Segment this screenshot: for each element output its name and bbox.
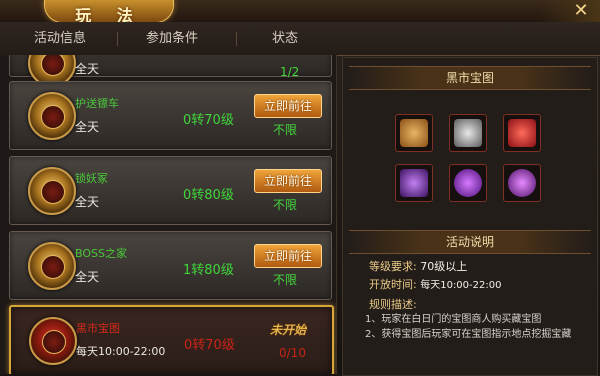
activity-limit: 0/10	[279, 346, 306, 360]
tab-status[interactable]: 状态	[240, 22, 330, 55]
title-plate: 玩 法	[44, 0, 174, 25]
level-req-label: 等级要求:	[369, 260, 417, 273]
open-time: 开放时间: 每天10:00-22:00	[369, 276, 501, 292]
purple-claw-icon	[400, 169, 428, 197]
not-started-label: 未开始	[269, 323, 306, 337]
level-req-value: 70级以上	[420, 260, 468, 273]
activity-level: 0转70级	[184, 338, 235, 353]
rule-line: 2、获得宝图后玩家可在宝图指示地点挖掘宝藏	[365, 329, 572, 340]
activity-name: 黑市宝图	[76, 322, 120, 335]
go-now-button[interactable]: 立即前往	[254, 244, 322, 268]
feather-icon	[454, 119, 482, 147]
activity-name: 护送镖车	[75, 97, 119, 110]
activity-level: 0转70级	[183, 113, 234, 128]
activity-card[interactable]: 全天 1/2	[9, 55, 332, 87]
activity-detail-panel: 黑市宝图 活动说明 等级要求: 70级以上 开放时间: 每天10:00-22:0…	[342, 57, 598, 376]
reward-slot[interactable]	[449, 164, 487, 202]
activity-card-boss-home[interactable]: BOSS之家 全天 1转80级 立即前往 不限	[9, 231, 332, 300]
go-now-button[interactable]: 立即前往	[254, 169, 322, 193]
activity-limit: 不限	[273, 273, 298, 287]
open-time-label: 开放时间:	[369, 278, 417, 291]
game-window: 玩 法 ✕ 活动信息 参加条件 状态 全天 1/2 护送镖车 全天 0转70级 …	[0, 0, 600, 376]
section-title: 活动说明	[349, 230, 591, 254]
detail-title: 黑市宝图	[349, 66, 591, 90]
rule-line: 1、玩家在白日门的宝图商人购买藏宝图	[365, 314, 542, 325]
activity-limit: 不限	[273, 123, 298, 137]
title-bar: 玩 法 ✕	[0, 0, 600, 25]
reward-slot[interactable]	[503, 114, 541, 152]
activity-count: 1/2	[280, 65, 300, 79]
reward-slot[interactable]	[503, 164, 541, 202]
activity-card-black-market[interactable]: 黑市宝图 每天10:00-22:00 0转70级 未开始 0/10	[9, 305, 334, 374]
activity-time: 每天10:00-22:00	[76, 345, 166, 358]
activity-card-escort[interactable]: 护送镖车 全天 0转70级 立即前往 不限	[9, 81, 332, 150]
tab-join-condition[interactable]: 参加条件	[122, 22, 222, 55]
reward-slot[interactable]	[449, 114, 487, 152]
close-icon[interactable]: ✕	[570, 0, 592, 22]
open-time-value: 每天10:00-22:00	[420, 280, 502, 291]
red-gem-icon	[508, 119, 536, 147]
level-requirement: 等级要求: 70级以上	[369, 258, 467, 274]
activity-time: 全天	[75, 62, 100, 76]
reward-slot[interactable]	[395, 164, 433, 202]
treasure-map-icon	[400, 119, 428, 147]
activity-name: 锁妖冢	[75, 172, 108, 185]
activity-level: 0转80级	[183, 188, 234, 203]
activity-level: 1转80级	[183, 263, 234, 278]
activity-limit: 不限	[273, 198, 298, 212]
activity-list[interactable]: 全天 1/2 护送镖车 全天 0转70级 立即前往 不限 锁妖冢 全天 0转80…	[0, 55, 337, 374]
activity-time: 全天	[75, 120, 100, 134]
horned-helm-icon	[28, 242, 76, 290]
activity-name: BOSS之家	[75, 247, 127, 260]
tab-divider	[117, 32, 118, 46]
rules-label: 规则描述:	[369, 298, 417, 311]
activity-time: 全天	[75, 195, 100, 209]
tab-bar: 活动信息 参加条件 状态	[0, 22, 600, 56]
demon-mask-icon	[28, 167, 76, 215]
reward-slot[interactable]	[395, 114, 433, 152]
flag-emblem-icon	[29, 317, 77, 365]
purple-orb-icon	[454, 169, 482, 197]
purple-swirl-icon	[508, 169, 536, 197]
shield-emblem-icon	[28, 92, 76, 140]
activity-card-demon-tomb[interactable]: 锁妖冢 全天 0转80级 立即前往 不限	[9, 156, 332, 225]
tab-activity-info[interactable]: 活动信息	[10, 22, 110, 55]
go-now-button[interactable]: 立即前往	[254, 94, 322, 118]
tab-divider	[236, 32, 237, 46]
activity-time: 全天	[75, 270, 100, 284]
